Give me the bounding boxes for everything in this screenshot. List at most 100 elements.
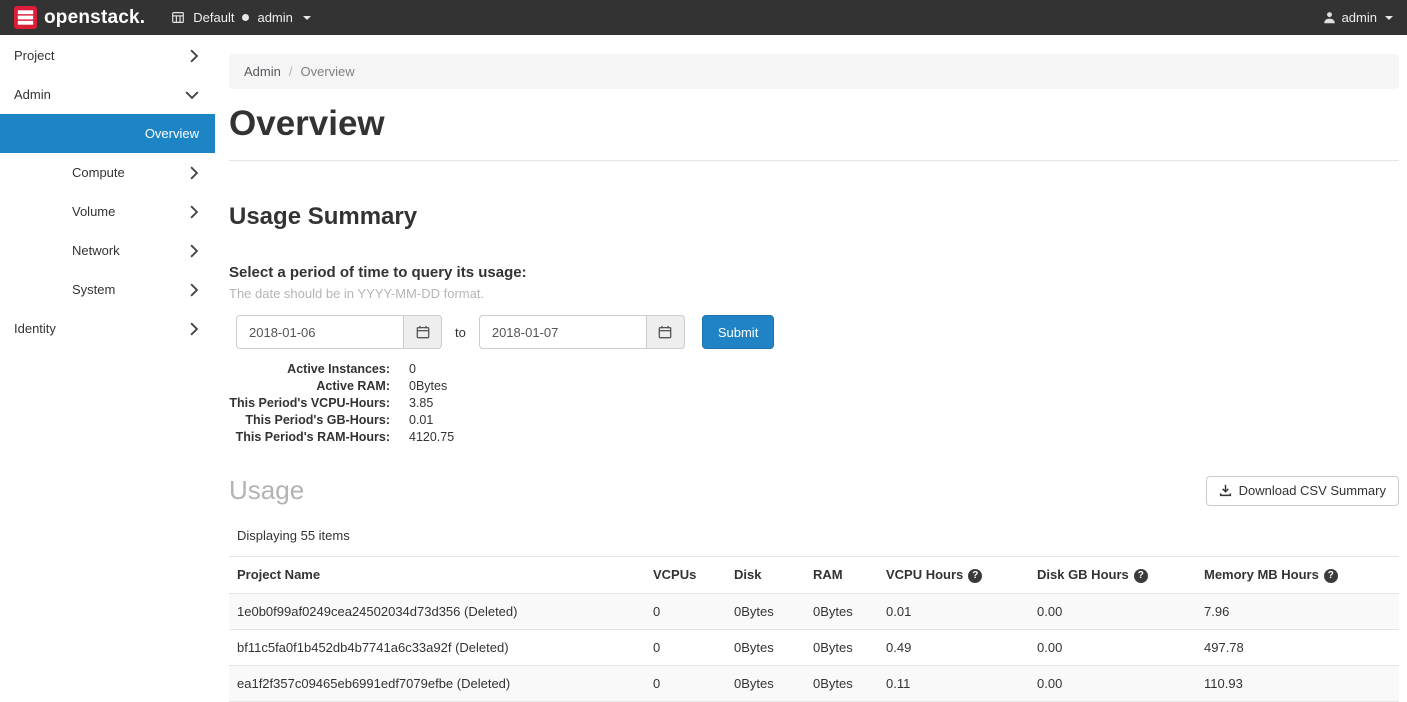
calendar-icon [658, 325, 672, 339]
cell-ram: 0Bytes [805, 665, 878, 701]
sidebar-item-admin[interactable]: Admin [0, 75, 215, 114]
cell-vcpu-hours: 0.11 [878, 665, 1029, 701]
cell-disk: 0Bytes [726, 665, 805, 701]
cell-memory-mb-hours: 110.93 [1196, 665, 1399, 701]
stat-label: Active RAM: [229, 378, 390, 395]
main-content: Admin / Overview Overview Usage Summary … [215, 35, 1407, 670]
breadcrumb-separator: / [289, 64, 293, 79]
cell-memory-mb-hours: 497.78 [1196, 629, 1399, 665]
date-format-hint: The date should be in YYYY-MM-DD format. [229, 286, 1399, 301]
stat-active-ram: Active RAM: 0Bytes [229, 378, 1399, 395]
sidebar-item-label: System [72, 282, 115, 297]
usage-table: Project Name VCPUs Disk RAM VCPU Hours? … [229, 556, 1399, 702]
col-ram: RAM [805, 557, 878, 594]
download-csv-label: Download CSV Summary [1239, 483, 1386, 498]
stat-label: This Period's VCPU-Hours: [229, 395, 390, 412]
to-label: to [455, 325, 466, 340]
cell-project-name: bf11c5fa0f1b452db4b7741a6c33a92f (Delete… [229, 629, 645, 665]
download-icon [1219, 484, 1232, 497]
col-vcpus: VCPUs [645, 557, 726, 594]
col-vcpu-hours: VCPU Hours? [878, 557, 1029, 594]
chevron-right-icon [189, 49, 199, 63]
sidebar-item-label: Volume [72, 204, 115, 219]
col-disk: Disk [726, 557, 805, 594]
top-navbar: openstack. Default admin admin [0, 0, 1407, 35]
cell-memory-mb-hours: 7.96 [1196, 593, 1399, 629]
sidebar-item-volume[interactable]: Volume [0, 192, 215, 231]
calendar-addon-from[interactable] [404, 315, 442, 349]
table-row: 1e0b0f99af0249cea24502034d73d356 (Delete… [229, 593, 1399, 629]
help-icon[interactable]: ? [968, 569, 982, 583]
sidebar-item-network[interactable]: Network [0, 231, 215, 270]
calendar-addon-to[interactable] [647, 315, 685, 349]
usage-section-header: Usage Download CSV Summary [229, 475, 1399, 506]
cell-disk-gb-hours: 0.00 [1029, 629, 1196, 665]
cell-vcpus: 0 [645, 665, 726, 701]
help-icon[interactable]: ? [1324, 569, 1338, 583]
user-icon [1323, 11, 1336, 24]
chevron-down-icon [185, 90, 199, 100]
cell-vcpus: 0 [645, 593, 726, 629]
items-count: Displaying 55 items [237, 528, 1399, 543]
table-row: bf11c5fa0f1b452db4b7741a6c33a92f (Delete… [229, 629, 1399, 665]
chevron-right-icon [189, 205, 199, 219]
col-project-name: Project Name [229, 557, 645, 594]
user-menu[interactable]: admin [1323, 10, 1393, 25]
chevron-right-icon [189, 283, 199, 297]
download-csv-button[interactable]: Download CSV Summary [1206, 476, 1399, 506]
help-icon[interactable]: ? [1134, 569, 1148, 583]
submit-button[interactable]: Submit [702, 315, 774, 349]
domain-icon [171, 11, 185, 24]
sidebar-item-label: Overview [145, 126, 199, 141]
table-header-row: Project Name VCPUs Disk RAM VCPU Hours? … [229, 557, 1399, 594]
sidebar-item-identity[interactable]: Identity [0, 309, 215, 348]
breadcrumb-admin[interactable]: Admin [244, 64, 281, 79]
project-dot-icon [242, 14, 249, 21]
cell-disk: 0Bytes [726, 593, 805, 629]
sidebar-item-overview[interactable]: Overview [0, 114, 215, 153]
stat-label: This Period's RAM-Hours: [229, 429, 390, 446]
sidebar-item-label: Project [14, 48, 54, 63]
page-title: Overview [229, 104, 1399, 144]
user-label: admin [1342, 10, 1377, 25]
stat-ram-hours: This Period's RAM-Hours: 4120.75 [229, 429, 1399, 446]
table-row: ea1f2f357c09465eb6991edf7079efbe (Delete… [229, 665, 1399, 701]
usage-period-form: to Submit [236, 315, 1399, 349]
chevron-right-icon [189, 244, 199, 258]
stat-value: 0.01 [409, 412, 433, 429]
stat-value: 0 [409, 361, 416, 378]
openstack-brand[interactable]: openstack. [14, 6, 145, 29]
stat-label: Active Instances: [229, 361, 390, 378]
period-prompt: Select a period of time to query its usa… [229, 264, 1399, 281]
cell-project-name: ea1f2f357c09465eb6991edf7079efbe (Delete… [229, 665, 645, 701]
stat-value: 0Bytes [409, 378, 447, 395]
cell-vcpus: 0 [645, 629, 726, 665]
cell-disk-gb-hours: 0.00 [1029, 593, 1196, 629]
caret-down-icon [1385, 16, 1393, 20]
date-to-input[interactable] [479, 315, 647, 349]
stat-active-instances: Active Instances: 0 [229, 361, 1399, 378]
date-from-input[interactable] [236, 315, 404, 349]
sidebar-item-system[interactable]: System [0, 270, 215, 309]
date-from-group [236, 315, 442, 349]
cell-vcpu-hours: 0.49 [878, 629, 1029, 665]
calendar-icon [416, 325, 430, 339]
stat-value: 4120.75 [409, 429, 454, 446]
stat-vcpu-hours: This Period's VCPU-Hours: 3.85 [229, 395, 1399, 412]
usage-stats: Active Instances: 0 Active RAM: 0Bytes T… [229, 361, 1399, 446]
sidebar-item-compute[interactable]: Compute [0, 153, 215, 192]
date-to-group [479, 315, 685, 349]
col-disk-gb-hours: Disk GB Hours? [1029, 557, 1196, 594]
breadcrumb-current: Overview [300, 64, 354, 79]
cell-vcpu-hours: 0.01 [878, 593, 1029, 629]
usage-heading: Usage [229, 475, 304, 506]
title-divider [229, 160, 1399, 161]
col-memory-mb-hours: Memory MB Hours? [1196, 557, 1399, 594]
sidebar-item-project[interactable]: Project [0, 36, 215, 75]
sidebar-item-label: Compute [72, 165, 125, 180]
sidebar-item-label: Admin [14, 87, 51, 102]
context-switcher[interactable]: Default admin [171, 10, 311, 25]
project-label: admin [257, 10, 292, 25]
stat-label: This Period's GB-Hours: [229, 412, 390, 429]
chevron-right-icon [189, 322, 199, 336]
